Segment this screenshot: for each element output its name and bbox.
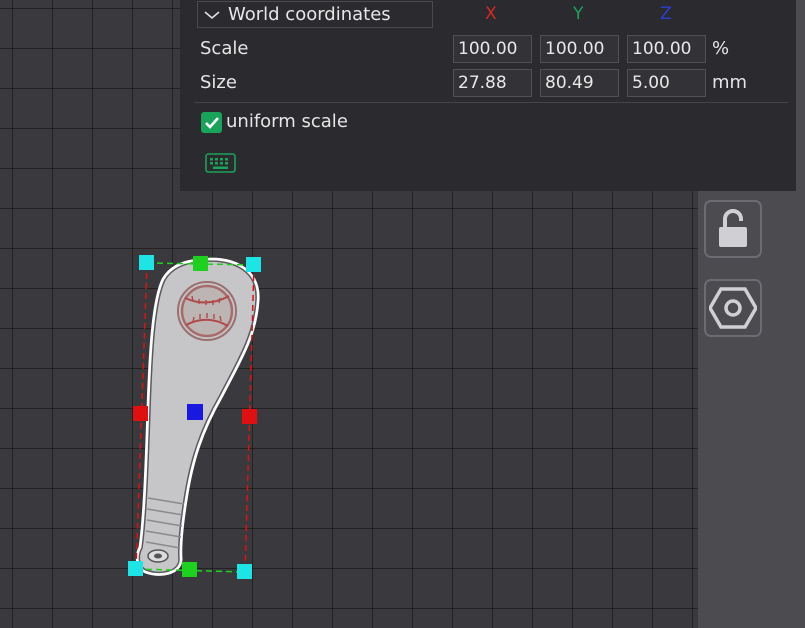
- lock-toggle-button[interactable]: [704, 200, 762, 258]
- drop-to-bed-button[interactable]: [704, 279, 762, 337]
- corner-handle-top-right[interactable]: [246, 257, 261, 272]
- baseball-emblem: [177, 281, 237, 341]
- center-handle[interactable]: [187, 404, 203, 420]
- corner-handle-top-left[interactable]: [139, 255, 154, 270]
- size-label: Size: [200, 72, 237, 93]
- axis-label-y: Y: [573, 4, 584, 24]
- edge-handle-top[interactable]: [193, 256, 208, 271]
- size-y-input[interactable]: [540, 69, 619, 97]
- scale-z-input[interactable]: [627, 35, 706, 63]
- size-unit: mm: [712, 72, 748, 93]
- axis-label-z: Z: [660, 4, 672, 24]
- coordinate-system-dropdown[interactable]: World coordinates: [197, 1, 433, 28]
- unlock-icon: [719, 209, 747, 247]
- bat-knob: [147, 549, 169, 563]
- size-x-input[interactable]: [453, 69, 532, 97]
- edge-handle-left[interactable]: [133, 406, 148, 421]
- size-z-input[interactable]: [627, 69, 706, 97]
- scale-unit: %: [712, 38, 730, 59]
- keyboard-icon: [205, 153, 236, 173]
- keyboard-shortcuts-button[interactable]: [205, 153, 236, 178]
- scale-y-input[interactable]: [540, 35, 619, 63]
- edge-handle-right[interactable]: [242, 409, 257, 424]
- object-manipulation-panel: World coordinates X Y Z Scale % Size mm …: [180, 0, 796, 191]
- uniform-scale-label: uniform scale: [226, 111, 348, 132]
- chevron-down-icon: [204, 10, 220, 19]
- panel-divider: [194, 102, 788, 103]
- scale-x-input[interactable]: [453, 35, 532, 63]
- corner-handle-bottom-left[interactable]: [128, 561, 143, 576]
- coordinate-system-label: World coordinates: [228, 4, 391, 25]
- axis-label-x: X: [485, 4, 497, 24]
- checkmark-icon: [204, 116, 219, 129]
- hexagon-nut-icon: [709, 287, 757, 329]
- corner-handle-bottom-right[interactable]: [237, 564, 252, 579]
- scale-label: Scale: [200, 38, 249, 59]
- edge-handle-bottom[interactable]: [182, 562, 197, 577]
- uniform-scale-checkbox[interactable]: [201, 112, 222, 133]
